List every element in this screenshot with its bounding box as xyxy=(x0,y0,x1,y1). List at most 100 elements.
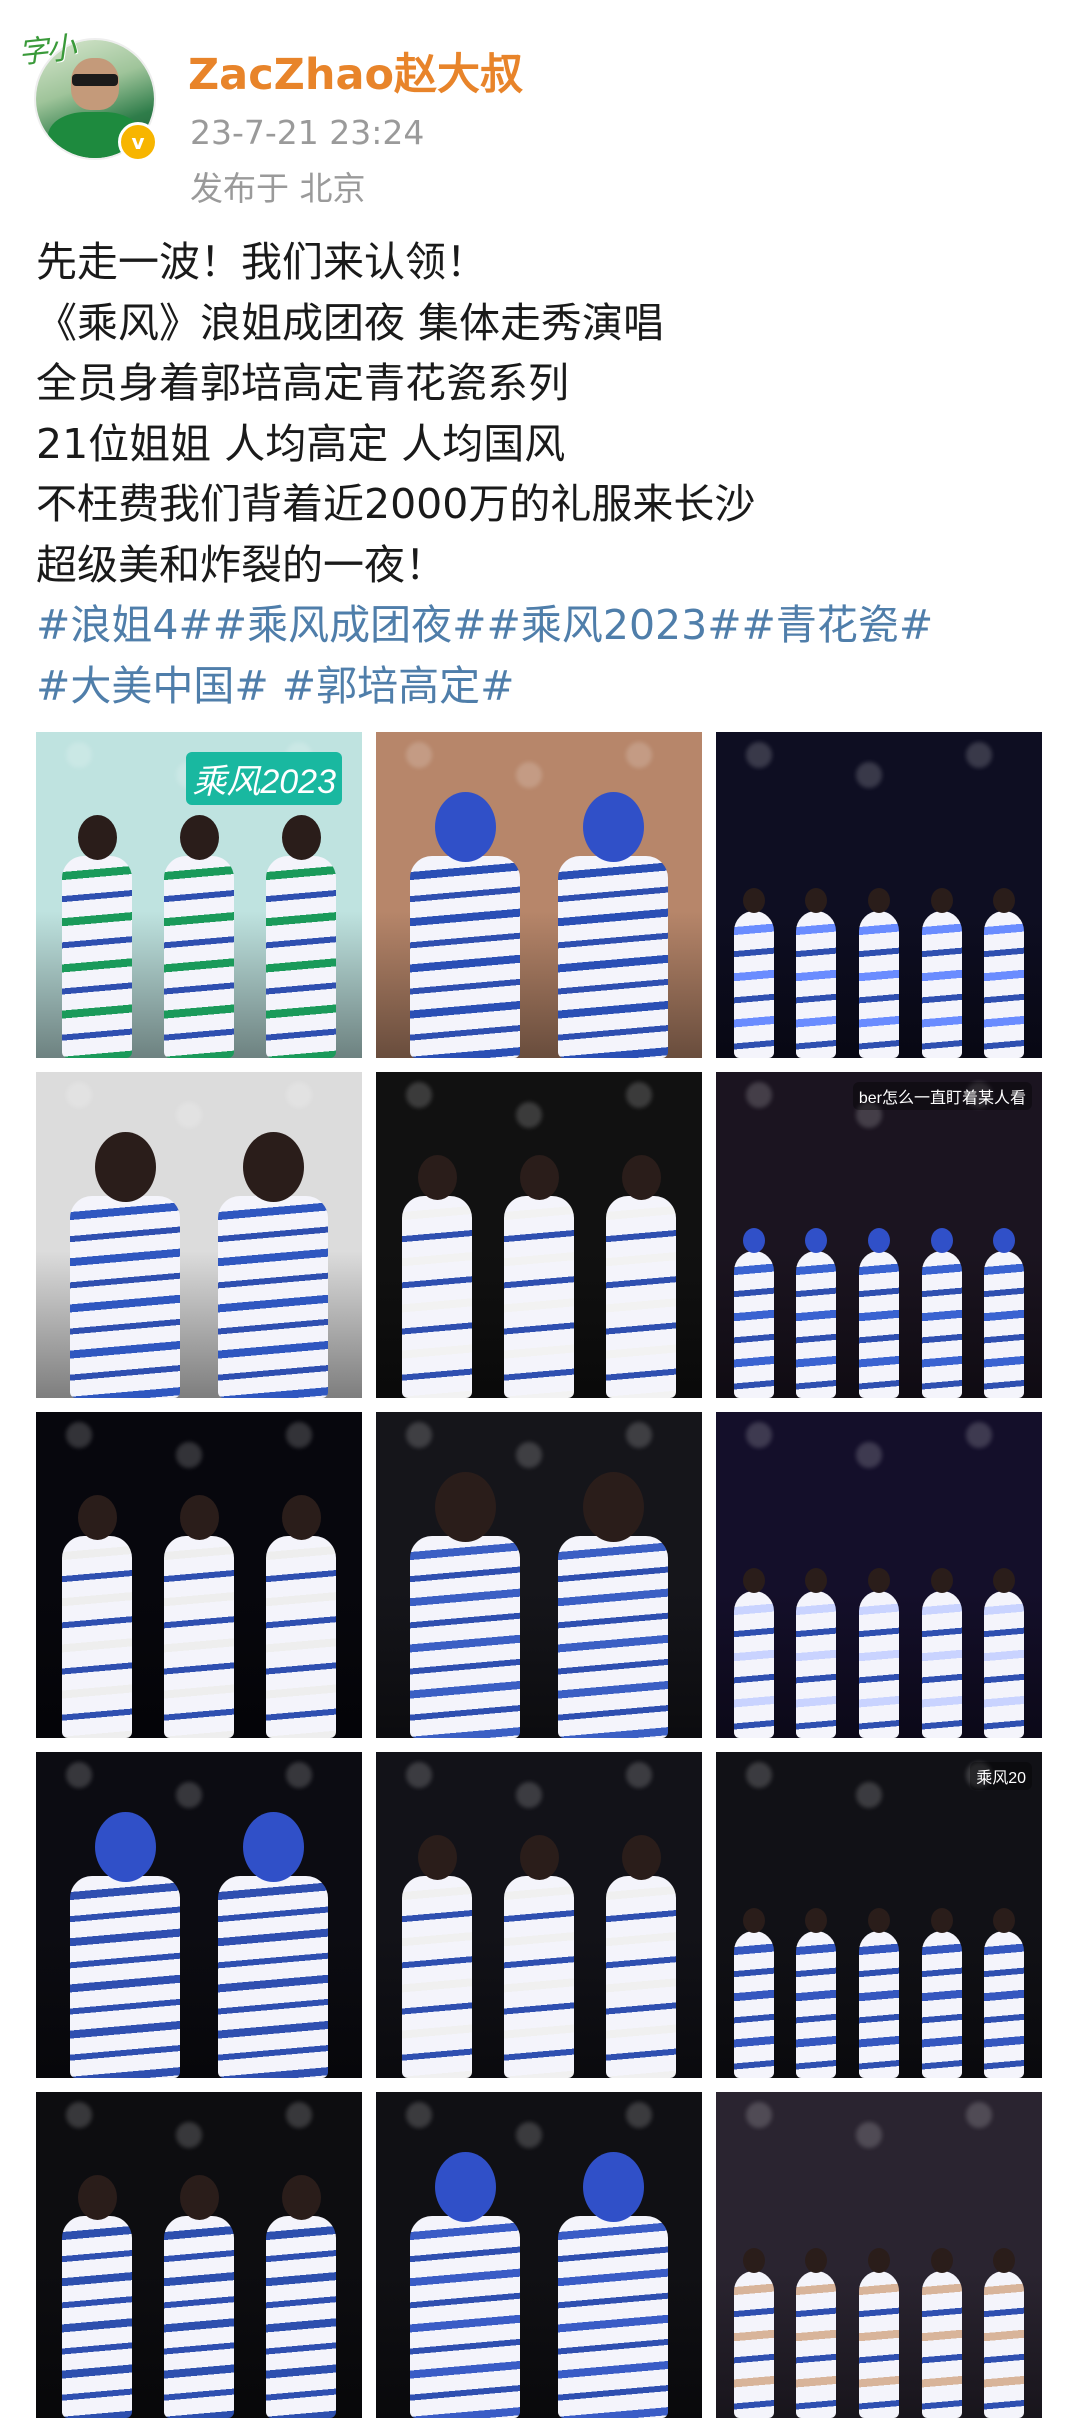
stage-light xyxy=(286,1762,312,1788)
performer-head xyxy=(868,1908,890,1934)
performer-figure xyxy=(734,1591,774,1738)
performer-figure xyxy=(266,2215,336,2418)
duo-on-stage-photo[interactable] xyxy=(36,1412,362,1738)
performer-figure xyxy=(984,1251,1024,1398)
performer-head xyxy=(868,2248,890,2274)
performer-head xyxy=(993,2248,1015,2274)
stage-lineup-photo[interactable] xyxy=(716,732,1042,1058)
performer-figure xyxy=(796,2271,836,2418)
post-body-line: 21位姐姐 人均高定 人均国风 xyxy=(36,419,566,468)
performer-figure xyxy=(984,911,1024,1058)
duet-closeup-photo[interactable] xyxy=(376,1412,702,1738)
performer-figure xyxy=(62,2215,132,2418)
post-body: 先走一波！我们来认领！ 《乘风》浪姐成团夜 集体走秀演唱 全员身着郭培高定青花瓷… xyxy=(36,232,1046,595)
group-photo-seated[interactable] xyxy=(376,732,702,1058)
duet-white-outfits-photo[interactable] xyxy=(376,1752,702,2078)
performer-head xyxy=(743,2248,765,2274)
post-body-line: 超级美和炸裂的一夜！ xyxy=(36,540,446,589)
hashtag-line[interactable]: #浪姐4##乘风成团夜##乘风2023##青花瓷# xyxy=(36,595,1046,656)
performer-head xyxy=(993,1908,1015,1934)
performer-head xyxy=(418,1834,457,1880)
performer-figure xyxy=(558,855,668,1058)
post-location: 发布于 北京 xyxy=(190,169,366,208)
stage-light xyxy=(856,1442,882,1468)
verified-badge-icon: v xyxy=(118,122,158,162)
stage-light xyxy=(746,1762,772,1788)
performer-head xyxy=(95,1131,156,1202)
performer-head xyxy=(243,1811,304,1882)
stage-light xyxy=(856,762,882,788)
trio-stage-photo[interactable] xyxy=(36,1752,362,2078)
performer-figure xyxy=(70,1195,180,1398)
performer-figure xyxy=(734,2271,774,2418)
performer-head xyxy=(805,2248,827,2274)
performer-head xyxy=(743,888,765,914)
performer-head xyxy=(520,1154,559,1200)
performer-head xyxy=(931,1228,953,1254)
stage-light xyxy=(626,1762,652,1788)
performer-figure xyxy=(796,911,836,1058)
performer-head xyxy=(931,2248,953,2274)
performer-figure xyxy=(984,1591,1024,1738)
author-name[interactable]: ZacZhao赵大叔 xyxy=(188,40,523,102)
performer-head xyxy=(180,814,219,860)
performance-photo[interactable]: ber怎么一直盯着某人看 xyxy=(716,1072,1042,1398)
duet-singing-photo[interactable] xyxy=(376,1072,702,1398)
post-body-line: 《乘风》浪姐成团夜 集体走秀演唱 xyxy=(36,298,665,347)
performer-figure xyxy=(796,1591,836,1738)
group-photo-stage[interactable]: 乘风2023 xyxy=(36,732,362,1058)
performer-figure xyxy=(164,855,234,1058)
performer-head xyxy=(993,1228,1015,1254)
performer-head xyxy=(282,1494,321,1540)
performer-head xyxy=(435,791,496,862)
performer-figure xyxy=(984,2271,1024,2418)
stage-light xyxy=(176,1442,202,1468)
hashtag-line[interactable]: #大美中国# #郭培高定# xyxy=(36,656,1046,717)
stage-light xyxy=(856,1782,882,1808)
stage-light xyxy=(516,1442,542,1468)
performer-head xyxy=(743,1908,765,1934)
singing-closeup-photo[interactable]: 乘风20 xyxy=(716,1752,1042,2078)
performer-figure xyxy=(402,1875,472,2078)
performer-figure xyxy=(859,911,899,1058)
stage-light xyxy=(406,742,432,768)
photo-caption: ber怎么一直盯着某人看 xyxy=(852,1082,1032,1110)
performer-head xyxy=(583,1471,644,1542)
performer-head xyxy=(282,814,321,860)
stage-light xyxy=(626,2102,652,2128)
performer-head xyxy=(805,1228,827,1254)
stage-light xyxy=(406,1082,432,1108)
stage-light xyxy=(406,1422,432,1448)
stage-wide-photo[interactable] xyxy=(716,1412,1042,1738)
stage-light xyxy=(66,2102,92,2128)
performer-figure xyxy=(410,1535,520,1738)
performer-figure xyxy=(402,1195,472,1398)
performer-head xyxy=(805,1908,827,1934)
performer-figure xyxy=(922,1591,962,1738)
photo-caption: 乘风2023 xyxy=(186,752,342,805)
pair-walking-photo[interactable] xyxy=(376,2092,702,2418)
stage-light xyxy=(176,1782,202,1808)
performer-head xyxy=(180,1494,219,1540)
performer-figure xyxy=(266,855,336,1058)
performer-figure xyxy=(859,1591,899,1738)
performer-figure xyxy=(606,1195,676,1398)
performer-figure xyxy=(859,1251,899,1398)
stage-light xyxy=(746,2102,772,2128)
performer-head xyxy=(743,1568,765,1594)
stage-light xyxy=(516,1102,542,1128)
closeup-portrait-photo[interactable] xyxy=(36,1072,362,1398)
performer-figure xyxy=(859,1931,899,2078)
group-selfie-photo[interactable] xyxy=(716,2092,1042,2418)
performer-head xyxy=(622,1834,661,1880)
performer-figure xyxy=(504,1875,574,2078)
performer-figure xyxy=(164,1535,234,1738)
stage-light xyxy=(66,1422,92,1448)
performer-figure xyxy=(922,911,962,1058)
two-singers-photo[interactable] xyxy=(36,2092,362,2418)
performer-head xyxy=(805,1568,827,1594)
performer-figure xyxy=(218,1195,328,1398)
post-header: 字小 v ZacZhao赵大叔 23-7-21 23:24 发布于 北京 xyxy=(0,0,1080,215)
performer-figure xyxy=(558,1535,668,1738)
performer-head xyxy=(520,1834,559,1880)
